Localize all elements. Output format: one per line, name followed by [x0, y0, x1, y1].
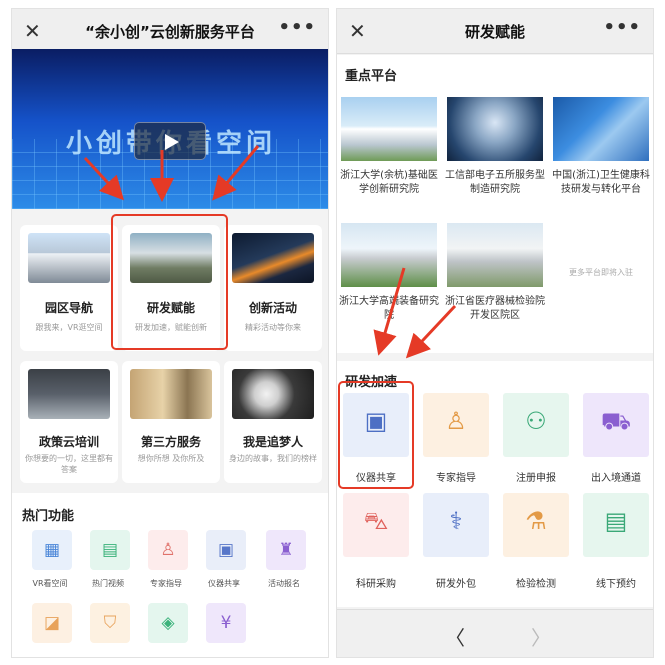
add-user-icon: ⚇ [525, 407, 547, 435]
service-label: 注册申报 [516, 473, 556, 484]
right-title-bar: ✕ 研发赋能 ••• [337, 9, 653, 54]
dna-icon: ⚕ [449, 507, 463, 535]
hot-item-chart[interactable]: ◪ [22, 603, 78, 657]
right-screen: ✕ 研发赋能 ••• 重点平台 浙江大学(余杭)基础医学创新研究院 工信部电子五… [336, 8, 654, 658]
hot-item-label: 仪器共享 [208, 579, 240, 588]
yen-icon: ¥ [206, 603, 246, 643]
service-label: 研发外包 [436, 579, 476, 590]
platform-label: 浙江大学(余杭)基础医学创新研究院 [340, 170, 438, 195]
lab-image [553, 97, 649, 161]
hat-icon: ♜ [266, 530, 306, 570]
card-innovation-events[interactable]: 创新活动 精彩活动等你来 [224, 225, 322, 351]
hot-item-label: 活动报名 [268, 579, 300, 588]
card-policy-training[interactable]: 政策云培训 你想要的一切，这里都有答案 [20, 361, 118, 483]
card-subtitle: 身边的故事，我们的榜样 [229, 454, 317, 463]
hot-item-signup[interactable]: ♜ 活动报名 [256, 530, 312, 590]
service-label: 科研采购 [356, 579, 396, 590]
light-bulb-image [232, 369, 314, 419]
service-rd-outsourcing[interactable]: ⚕ [423, 493, 489, 557]
card-title: 政策云培训 [38, 435, 99, 449]
service-label: 线下预约 [596, 579, 636, 590]
card-title: 创新活动 [248, 301, 297, 315]
monitor-icon: ▣ [206, 530, 246, 570]
calendar-icon: ▤ [604, 507, 628, 535]
service-research-purchase[interactable]: ⛍ [343, 493, 409, 557]
platform-campus-image [341, 223, 437, 287]
platform-building-image [341, 97, 437, 161]
park-building-image [28, 233, 110, 283]
card-dreamer[interactable]: 我是追梦人 身边的故事，我们的榜样 [224, 361, 322, 483]
platform-label: 中国(浙江)卫生健康科技研发与转化平台 [552, 170, 650, 195]
hot-item-label: 专家指导 [150, 579, 182, 588]
hot-item-label: 热门视频 [92, 579, 124, 588]
hot-item-yen[interactable]: ¥ [196, 603, 252, 657]
building-icon: ▦ [32, 530, 72, 570]
hot-item-expert[interactable]: ♙ 专家指导 [138, 530, 194, 590]
light-trail-image [232, 233, 314, 283]
back-button[interactable]: 〈 [445, 622, 465, 651]
more-icon[interactable]: ••• [278, 17, 316, 38]
card-subtitle: 想你所想 及你所及 [137, 454, 205, 463]
play-icon[interactable] [134, 122, 206, 160]
service-label: 出入境通道 [591, 473, 641, 484]
truck-icon: ⛟ [600, 407, 632, 435]
microscope-image [447, 97, 543, 161]
card-title: 第三方服务 [140, 435, 201, 449]
hot-item-shield[interactable]: ⛉ [80, 603, 136, 657]
service-customs-channel[interactable]: ⛟ [583, 393, 649, 457]
platform-label: 浙江省医疗器械检验院开发区院区 [445, 296, 545, 321]
hot-item-ticket[interactable]: ◈ [138, 603, 194, 657]
service-inspection[interactable]: ⚗ [503, 493, 569, 557]
hot-item-instrument[interactable]: ▣ 仪器共享 [196, 530, 252, 590]
building-image [28, 369, 110, 419]
expert-icon: ♙ [445, 407, 467, 435]
platform-label: 工信部电子五所服务型制造研究院 [445, 170, 545, 195]
left-screen: ✕ “余小创”云创新服务平台 ••• 小创带你看空间 园区导航 跟我来，VR逛空… [11, 8, 329, 658]
service-label: 专家指导 [436, 473, 476, 484]
highlight-box-instrument [338, 381, 414, 489]
card-subtitle: 精彩活动等你来 [245, 323, 301, 332]
highlight-box-rd-card [111, 214, 228, 350]
card-park-navigation[interactable]: 园区导航 跟我来，VR逛空间 [20, 225, 118, 351]
left-title-bar: ✕ “余小创”云创新服务平台 ••• [12, 9, 328, 54]
section-title-hot: 热门功能 [22, 509, 75, 524]
forward-button[interactable]: 〉 [531, 622, 551, 651]
service-offline-booking[interactable]: ▤ [583, 493, 649, 557]
hot-item-vr[interactable]: ▦ VR看空间 [22, 530, 78, 590]
service-expert-guidance[interactable]: ♙ [423, 393, 489, 457]
person-icon: ♙ [148, 530, 188, 570]
card-title: 我是追梦人 [242, 435, 303, 449]
section-title-platforms: 重点平台 [345, 69, 398, 84]
service-label: 检验检测 [516, 579, 556, 590]
card-third-party-services[interactable]: 第三方服务 想你所想 及你所及 [122, 361, 220, 483]
hero-video[interactable]: 小创带你看空间 [12, 49, 328, 209]
service-registration[interactable]: ⚇ [503, 393, 569, 457]
cart-icon: ⛍ [363, 507, 389, 535]
hot-item-videos[interactable]: ▤ 热门视频 [80, 530, 136, 590]
more-platforms-note: 更多平台即将入驻 [569, 268, 633, 277]
card-subtitle: 跟我来，VR逛空间 [35, 323, 103, 332]
shield-icon: ⛉ [90, 603, 130, 643]
more-icon[interactable]: ••• [603, 17, 641, 38]
card-subtitle: 你想要的一切，这里都有答案 [25, 454, 113, 474]
document-icon: ▤ [90, 530, 130, 570]
platform-label: 浙江大学高端装备研究院 [339, 296, 439, 321]
hot-item-label: VR看空间 [32, 579, 68, 588]
ticket-icon: ◈ [148, 603, 188, 643]
flask-icon: ⚗ [525, 507, 547, 535]
bottom-nav: 〈 〉 [337, 609, 653, 657]
chart-icon: ◪ [32, 603, 72, 643]
platform-hospital-image [447, 223, 543, 287]
office-building-image [130, 369, 212, 419]
card-title: 园区导航 [44, 301, 93, 315]
